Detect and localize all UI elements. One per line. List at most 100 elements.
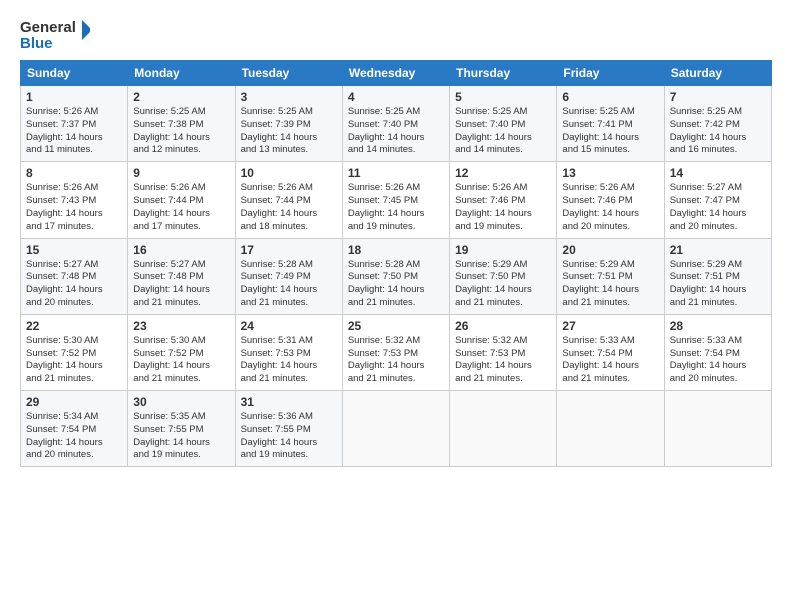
calendar-cell: 18 Sunrise: 5:28 AM Sunset: 7:50 PM Dayli… (342, 238, 449, 314)
calendar-cell: 20 Sunrise: 5:29 AM Sunset: 7:51 PM Dayli… (557, 238, 664, 314)
day-info: Sunrise: 5:31 AM Sunset: 7:53 PM Dayligh… (241, 335, 337, 386)
calendar-cell: 14Sunrise: 5:27 AM Sunset: 7:47 PM Dayli… (664, 162, 771, 238)
day-number: 29 (26, 395, 122, 409)
calendar-week-3: 15Sunrise: 5:27 AM Sunset: 7:48 PM Dayli… (21, 238, 772, 314)
calendar-cell: 30 Sunrise: 5:35 AM Sunset: 7:55 PM Dayli… (128, 391, 235, 467)
day-number: 3 (241, 90, 337, 104)
day-info: Sunrise: 5:30 AM Sunset: 7:52 PM Dayligh… (133, 335, 229, 386)
day-info: Sunrise: 5:30 AM Sunset: 7:52 PM Dayligh… (26, 335, 122, 386)
day-number: 5 (455, 90, 551, 104)
svg-text:General: General (20, 19, 76, 36)
calendar-header-saturday: Saturday (664, 61, 771, 86)
day-info: Sunrise: 5:32 AM Sunset: 7:53 PM Dayligh… (455, 335, 551, 386)
calendar-cell: 8 Sunrise: 5:26 AM Sunset: 7:43 PM Daylig… (21, 162, 128, 238)
calendar-cell: 5 Sunrise: 5:25 AM Sunset: 7:40 PM Daylig… (450, 86, 557, 162)
calendar-cell: 4Sunrise: 5:25 AM Sunset: 7:40 PM Daylig… (342, 86, 449, 162)
calendar-cell: 12Sunrise: 5:26 AM Sunset: 7:46 PM Dayli… (450, 162, 557, 238)
day-number: 7 (670, 90, 766, 104)
calendar-cell: 10Sunrise: 5:26 AM Sunset: 7:44 PM Dayli… (235, 162, 342, 238)
day-info: Sunrise: 5:29 AM Sunset: 7:51 PM Dayligh… (670, 259, 766, 310)
day-info: Sunrise: 5:28 AM Sunset: 7:49 PM Dayligh… (241, 259, 337, 310)
calendar-header-sunday: Sunday (21, 61, 128, 86)
calendar-cell: 11Sunrise: 5:26 AM Sunset: 7:45 PM Dayli… (342, 162, 449, 238)
calendar-cell: 16 Sunrise: 5:27 AM Sunset: 7:48 PM Dayli… (128, 238, 235, 314)
calendar-header-wednesday: Wednesday (342, 61, 449, 86)
calendar-cell: 26 Sunrise: 5:32 AM Sunset: 7:53 PM Dayli… (450, 314, 557, 390)
day-info: Sunrise: 5:26 AM Sunset: 7:45 PM Dayligh… (348, 182, 444, 233)
day-number: 2 (133, 90, 229, 104)
calendar-cell (342, 391, 449, 467)
svg-text:Blue: Blue (20, 35, 53, 52)
day-number: 23 (133, 319, 229, 333)
day-info: Sunrise: 5:28 AM Sunset: 7:50 PM Dayligh… (348, 259, 444, 310)
day-info: Sunrise: 5:26 AM Sunset: 7:44 PM Dayligh… (241, 182, 337, 233)
day-info: Sunrise: 5:26 AM Sunset: 7:37 PM Dayligh… (26, 106, 122, 157)
day-info: Sunrise: 5:33 AM Sunset: 7:54 PM Dayligh… (670, 335, 766, 386)
day-info: Sunrise: 5:25 AM Sunset: 7:40 PM Dayligh… (455, 106, 551, 157)
calendar-cell: 3Sunrise: 5:25 AM Sunset: 7:39 PM Daylig… (235, 86, 342, 162)
calendar-week-5: 29 Sunrise: 5:34 AM Sunset: 7:54 PM Dayli… (21, 391, 772, 467)
calendar-cell: 17 Sunrise: 5:28 AM Sunset: 7:49 PM Dayli… (235, 238, 342, 314)
day-number: 4 (348, 90, 444, 104)
day-number: 17 (241, 243, 337, 257)
day-info: Sunrise: 5:29 AM Sunset: 7:51 PM Dayligh… (562, 259, 658, 310)
day-number: 14 (670, 166, 766, 180)
calendar-cell (664, 391, 771, 467)
calendar-week-1: 1 Sunrise: 5:26 AM Sunset: 7:37 PM Daylig… (21, 86, 772, 162)
calendar-header-row: SundayMondayTuesdayWednesdayThursdayFrid… (21, 61, 772, 86)
day-number: 9 (133, 166, 229, 180)
calendar-cell: 15Sunrise: 5:27 AM Sunset: 7:48 PM Dayli… (21, 238, 128, 314)
calendar-week-2: 8 Sunrise: 5:26 AM Sunset: 7:43 PM Daylig… (21, 162, 772, 238)
calendar-cell (450, 391, 557, 467)
logo-svg: General Blue (20, 16, 90, 52)
calendar-cell: 24Sunrise: 5:31 AM Sunset: 7:53 PM Dayli… (235, 314, 342, 390)
day-number: 26 (455, 319, 551, 333)
day-info: Sunrise: 5:29 AM Sunset: 7:50 PM Dayligh… (455, 259, 551, 310)
day-info: Sunrise: 5:26 AM Sunset: 7:43 PM Dayligh… (26, 182, 122, 233)
day-number: 25 (348, 319, 444, 333)
day-number: 28 (670, 319, 766, 333)
calendar-cell: 28 Sunrise: 5:33 AM Sunset: 7:54 PM Dayli… (664, 314, 771, 390)
day-number: 1 (26, 90, 122, 104)
day-number: 20 (562, 243, 658, 257)
calendar-cell: 29 Sunrise: 5:34 AM Sunset: 7:54 PM Dayli… (21, 391, 128, 467)
calendar-header-monday: Monday (128, 61, 235, 86)
day-info: Sunrise: 5:25 AM Sunset: 7:38 PM Dayligh… (133, 106, 229, 157)
day-info: Sunrise: 5:26 AM Sunset: 7:46 PM Dayligh… (562, 182, 658, 233)
calendar-cell: 21 Sunrise: 5:29 AM Sunset: 7:51 PM Dayli… (664, 238, 771, 314)
day-info: Sunrise: 5:27 AM Sunset: 7:48 PM Dayligh… (133, 259, 229, 310)
day-number: 16 (133, 243, 229, 257)
day-info: Sunrise: 5:27 AM Sunset: 7:48 PM Dayligh… (26, 259, 122, 310)
day-number: 8 (26, 166, 122, 180)
calendar-cell: 2 Sunrise: 5:25 AM Sunset: 7:38 PM Daylig… (128, 86, 235, 162)
day-info: Sunrise: 5:26 AM Sunset: 7:44 PM Dayligh… (133, 182, 229, 233)
calendar-table: SundayMondayTuesdayWednesdayThursdayFrid… (20, 60, 772, 467)
day-info: Sunrise: 5:25 AM Sunset: 7:41 PM Dayligh… (562, 106, 658, 157)
calendar-cell: 9 Sunrise: 5:26 AM Sunset: 7:44 PM Daylig… (128, 162, 235, 238)
calendar-header-thursday: Thursday (450, 61, 557, 86)
day-info: Sunrise: 5:32 AM Sunset: 7:53 PM Dayligh… (348, 335, 444, 386)
calendar-cell: 19 Sunrise: 5:29 AM Sunset: 7:50 PM Dayli… (450, 238, 557, 314)
day-info: Sunrise: 5:36 AM Sunset: 7:55 PM Dayligh… (241, 411, 337, 462)
calendar-cell: 6Sunrise: 5:25 AM Sunset: 7:41 PM Daylig… (557, 86, 664, 162)
day-number: 31 (241, 395, 337, 409)
day-number: 13 (562, 166, 658, 180)
day-info: Sunrise: 5:33 AM Sunset: 7:54 PM Dayligh… (562, 335, 658, 386)
calendar-header-tuesday: Tuesday (235, 61, 342, 86)
day-info: Sunrise: 5:25 AM Sunset: 7:42 PM Dayligh… (670, 106, 766, 157)
day-number: 19 (455, 243, 551, 257)
calendar-cell: 25 Sunrise: 5:32 AM Sunset: 7:53 PM Dayli… (342, 314, 449, 390)
day-number: 21 (670, 243, 766, 257)
calendar-cell: 1 Sunrise: 5:26 AM Sunset: 7:37 PM Daylig… (21, 86, 128, 162)
day-info: Sunrise: 5:34 AM Sunset: 7:54 PM Dayligh… (26, 411, 122, 462)
calendar-cell: 7 Sunrise: 5:25 AM Sunset: 7:42 PM Daylig… (664, 86, 771, 162)
day-number: 18 (348, 243, 444, 257)
header: General Blue (20, 16, 772, 52)
day-number: 12 (455, 166, 551, 180)
calendar-cell: 22 Sunrise: 5:30 AM Sunset: 7:52 PM Dayli… (21, 314, 128, 390)
day-number: 27 (562, 319, 658, 333)
day-info: Sunrise: 5:35 AM Sunset: 7:55 PM Dayligh… (133, 411, 229, 462)
day-number: 22 (26, 319, 122, 333)
day-number: 30 (133, 395, 229, 409)
calendar-cell: 13 Sunrise: 5:26 AM Sunset: 7:46 PM Dayli… (557, 162, 664, 238)
